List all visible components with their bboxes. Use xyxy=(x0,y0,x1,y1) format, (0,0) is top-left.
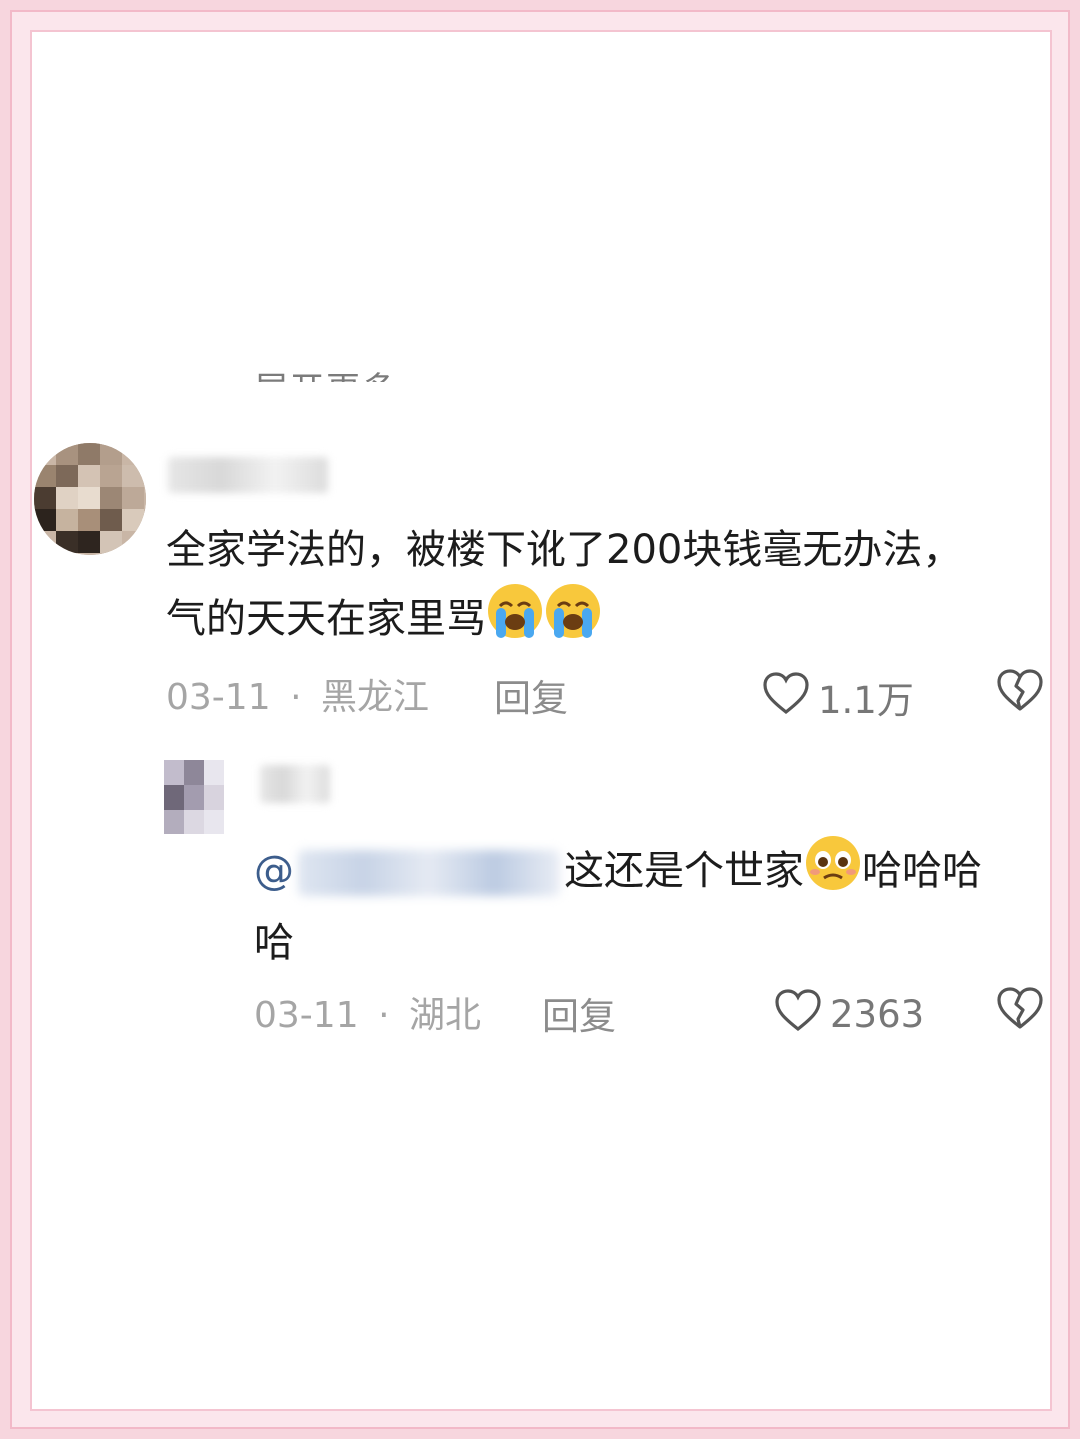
broken-heart-icon xyxy=(996,669,1044,716)
reply-button[interactable]: 回复 xyxy=(494,668,568,722)
reply-line-1: @ 这还是个世家 哈哈哈 xyxy=(254,834,1050,911)
heart-icon xyxy=(762,671,810,724)
reply-date: 03-11 xyxy=(254,995,359,1036)
reply-avatar[interactable] xyxy=(164,760,224,834)
loudly-crying-icon xyxy=(486,582,544,659)
like-button[interactable]: 1.1万 xyxy=(762,670,914,724)
broken-heart-icon xyxy=(996,987,1044,1034)
like-count: 1.1万 xyxy=(818,679,914,722)
comment-date: 03-11 xyxy=(166,677,271,718)
mention-username-blurred[interactable] xyxy=(298,850,560,896)
reply-reply-button[interactable]: 回复 xyxy=(542,986,616,1040)
screenshot-card: 展开更多 全家学法的，被楼下讹了200块钱毫无办法， 气的天天在家里骂 xyxy=(30,30,1052,1411)
reply-text-after: 哈哈哈 xyxy=(862,848,982,894)
comment-line-2: 气的天天在家里骂 xyxy=(166,582,1046,659)
meta-separator: · xyxy=(378,995,390,1036)
meta-separator: · xyxy=(290,677,302,718)
reply-like-button[interactable]: 2363 xyxy=(774,988,924,1041)
comment-line-2-text: 气的天天在家里骂 xyxy=(166,596,486,642)
reply-username-blurred[interactable] xyxy=(260,765,330,803)
username-blurred[interactable] xyxy=(168,457,328,493)
reply-dislike-button[interactable] xyxy=(996,986,1044,1034)
heart-icon xyxy=(774,988,822,1041)
reply-line-2: 哈 xyxy=(254,920,294,966)
comment-meta: 03-11 · 黑龙江 xyxy=(166,668,429,720)
expand-more-link[interactable]: 展开更多 xyxy=(254,360,398,382)
comment-location: 黑龙江 xyxy=(320,677,429,718)
comment-line-1: 全家学法的，被楼下讹了200块钱毫无办法， xyxy=(166,527,963,573)
avatar[interactable] xyxy=(34,443,146,555)
reply-meta: 03-11 · 湖北 xyxy=(254,986,481,1038)
reply-like-count: 2363 xyxy=(830,993,925,1036)
dislike-button[interactable] xyxy=(996,668,1044,716)
pleading-face-icon xyxy=(804,834,862,911)
reply-location: 湖北 xyxy=(408,995,481,1036)
reply-text: 这还是个世家 xyxy=(564,848,804,894)
comment-body: 全家学法的，被楼下讹了200块钱毫无办法， 气的天天在家里骂 xyxy=(166,518,1046,659)
loudly-crying-icon xyxy=(544,582,602,659)
reply-body: @ 这还是个世家 哈哈哈 哈 xyxy=(254,834,1050,975)
mention-at[interactable]: @ xyxy=(254,848,294,894)
